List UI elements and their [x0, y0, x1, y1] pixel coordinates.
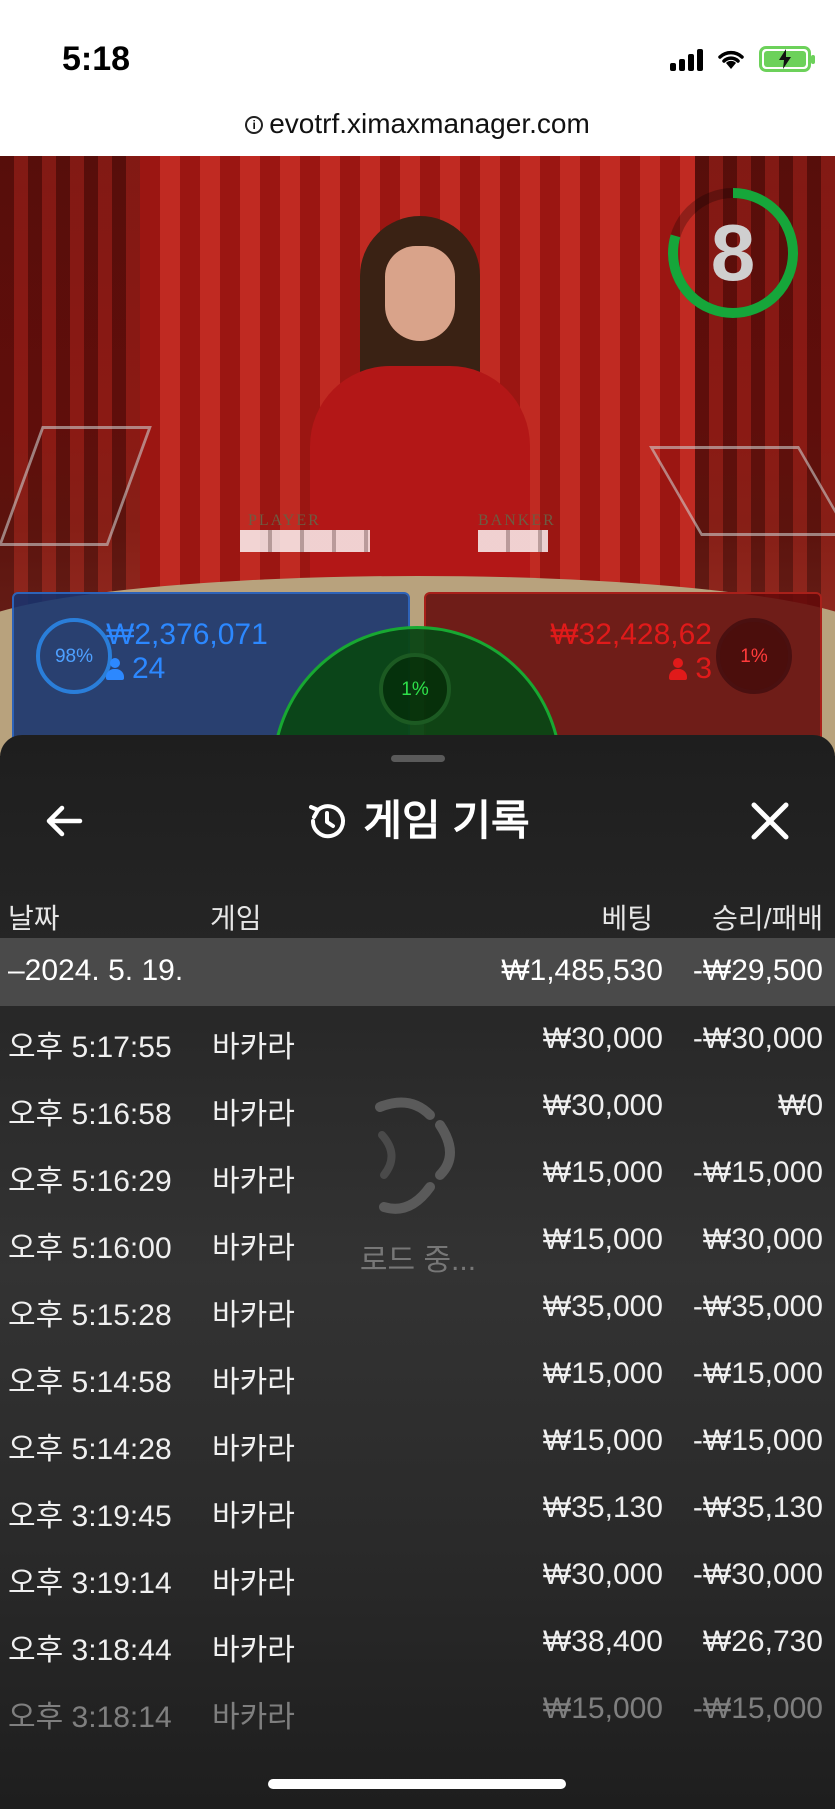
row-win-loss: -₩35,130 [692, 1491, 823, 1524]
player-bettor-count: 24 [106, 652, 165, 686]
loading-text: 로드 중... [359, 1244, 477, 1277]
col-game: 게임 [210, 903, 262, 934]
col-date: 날짜 [8, 903, 60, 934]
row-win-loss: ₩0 [778, 1089, 823, 1122]
tie-percent: 1% [379, 653, 451, 725]
row-win-loss: -₩15,000 [692, 1424, 823, 1457]
loading-spinner-icon [375, 1097, 455, 1214]
row-bet: ₩15,000 [542, 1357, 663, 1390]
home-indicator[interactable] [268, 1779, 566, 1789]
banker-bettor-count: 3 [669, 652, 712, 686]
table-row[interactable]: 오후 3:19:14 바카라 ₩30,000 -₩30,000 [0, 1542, 835, 1609]
table-row[interactable]: 오후 5:17:55 바카라 ₩30,000 -₩30,000 [0, 1006, 835, 1073]
game-history-sheet: 게임 기록 날짜 게임 베팅 승리/패배 –2024. 5. 19. ₩1,48… [0, 735, 835, 1809]
banker-bet-amount: ₩32,428,62 [550, 618, 712, 651]
row-win-loss: -₩15,000 [692, 1357, 823, 1390]
row-win-loss: -₩30,000 [692, 1558, 823, 1591]
battery-charging-icon [759, 46, 815, 72]
row-game: 바카라 [212, 1634, 295, 1667]
row-win-loss: ₩26,730 [702, 1625, 823, 1658]
url-text: evotrf.ximaxmanager.com [269, 108, 590, 139]
row-time: 오후 3:19:45 [8, 1500, 172, 1533]
group-bet-total: ₩1,485,530 [501, 954, 663, 987]
row-win-loss: -₩15,000 [692, 1692, 823, 1725]
countdown-timer: 8 [666, 186, 800, 320]
col-bet: 베팅 [601, 903, 653, 934]
row-game: 바카라 [212, 1299, 295, 1332]
sheet-title: 게임 기록 [363, 797, 530, 844]
wifi-icon [718, 50, 744, 69]
row-game: 바카라 [212, 1232, 295, 1265]
cellular-signal-icon [670, 47, 703, 71]
row-win-loss: -₩30,000 [692, 1022, 823, 1055]
row-bet: ₩35,000 [542, 1290, 663, 1323]
player-percent: 98% [36, 618, 112, 694]
row-time: 오후 5:15:28 [8, 1299, 172, 1332]
row-bet: ₩38,400 [542, 1625, 663, 1658]
row-time: 오후 3:18:14 [8, 1701, 172, 1734]
history-icon [309, 804, 346, 839]
row-time: 오후 5:14:58 [8, 1366, 172, 1399]
row-win-loss: ₩30,000 [702, 1223, 823, 1256]
table-row[interactable]: 오후 5:14:58 바카라 ₩15,000 -₩15,000 [0, 1341, 835, 1408]
row-game: 바카라 [212, 1433, 295, 1466]
row-game: 바카라 [212, 1098, 295, 1131]
table-row[interactable]: 오후 5:15:28 바카라 ₩35,000 -₩35,000 [0, 1274, 835, 1341]
row-time: 오후 5:16:29 [8, 1165, 172, 1198]
row-time: 오후 5:16:00 [8, 1232, 172, 1265]
row-bet: ₩15,000 [542, 1692, 663, 1725]
player-bet-amount: ₩2,376,071 [106, 618, 268, 651]
info-icon[interactable]: i [245, 116, 264, 134]
row-bet: ₩30,000 [542, 1558, 663, 1591]
player-cards [240, 530, 370, 552]
group-date: –2024. 5. 19. [8, 954, 184, 987]
sheet-title-wrap: 게임 기록 [0, 771, 835, 881]
table-row[interactable]: 오후 3:19:45 바카라 ₩35,130 -₩35,130 [0, 1475, 835, 1542]
row-bet: ₩30,000 [542, 1089, 663, 1122]
row-bet: ₩15,000 [542, 1424, 663, 1457]
row-bet: ₩15,000 [542, 1223, 663, 1256]
table-header: 날짜 게임 베팅 승리/패배 [0, 875, 835, 943]
row-bet: ₩15,000 [542, 1156, 663, 1189]
sheet-drag-handle[interactable] [391, 755, 445, 762]
row-time: 오후 5:17:55 [8, 1031, 172, 1064]
date-group-row[interactable]: –2024. 5. 19. ₩1,485,530 -₩29,500 [0, 938, 835, 1006]
row-time: 오후 3:18:44 [8, 1634, 172, 1667]
row-bet: ₩35,130 [542, 1491, 663, 1524]
row-game: 바카라 [212, 1366, 295, 1399]
table-row[interactable]: 오후 3:18:44 바카라 ₩38,400 ₩26,730 [0, 1609, 835, 1676]
row-game: 바카라 [212, 1500, 295, 1533]
person-icon [106, 658, 124, 680]
timer-value: 8 [710, 208, 756, 297]
table-row[interactable]: 오후 5:14:28 바카라 ₩15,000 -₩15,000 [0, 1408, 835, 1475]
banker-percent: 1% [716, 618, 792, 694]
banker-cards [478, 530, 548, 552]
row-game: 바카라 [212, 1031, 295, 1064]
row-game: 바카라 [212, 1701, 295, 1734]
row-game: 바카라 [212, 1567, 295, 1600]
row-win-loss: -₩35,000 [692, 1290, 823, 1323]
status-icons [670, 46, 815, 72]
table-label-banker: BANKER [478, 512, 556, 529]
col-win-loss: 승리/패배 [712, 903, 823, 934]
table-label-player: PLAYER [248, 512, 321, 529]
row-game: 바카라 [212, 1165, 295, 1198]
status-time: 5:18 [62, 40, 131, 78]
back-arrow-icon[interactable] [38, 795, 90, 847]
row-time: 오후 3:19:14 [8, 1567, 172, 1600]
url-bar[interactable]: i evotrf.ximaxmanager.com [0, 108, 835, 140]
group-win-loss-total: -₩29,500 [692, 954, 823, 987]
table-row[interactable]: 오후 3:18:14 바카라 ₩15,000 -₩15,000 [0, 1676, 835, 1743]
browser-chrome: 5:18 i evotrf.ximaxmanager.com [0, 0, 835, 156]
row-win-loss: -₩15,000 [692, 1156, 823, 1189]
row-time: 오후 5:16:58 [8, 1098, 172, 1131]
row-bet: ₩30,000 [542, 1022, 663, 1055]
sheet-header: 게임 기록 [0, 771, 835, 871]
close-icon[interactable] [744, 795, 796, 847]
curtain-left [0, 156, 140, 626]
person-icon [669, 658, 688, 680]
row-time: 오후 5:14:28 [8, 1433, 172, 1466]
